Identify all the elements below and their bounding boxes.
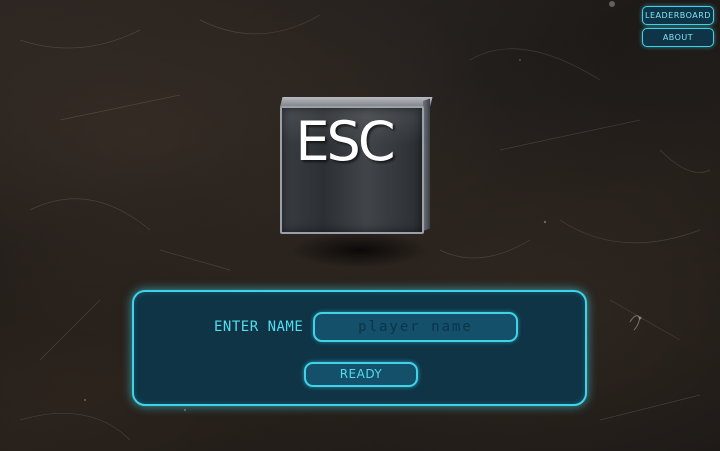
esc-logo-cube: ESC — [270, 92, 440, 268]
ready-button[interactable]: READY — [304, 362, 418, 387]
cube-front-face: ESC — [280, 106, 424, 234]
cube-side-face — [423, 98, 430, 231]
leaderboard-button[interactable]: LEADERBOARD — [642, 6, 714, 25]
cube-shadow — [290, 232, 430, 268]
enter-name-label: ENTER NAME — [214, 319, 304, 335]
top-menu: LEADERBOARD ABOUT — [642, 6, 714, 50]
player-name-input[interactable] — [313, 312, 518, 342]
about-button[interactable]: ABOUT — [642, 28, 714, 47]
logo-text: ESC — [295, 110, 395, 173]
name-entry-panel: ENTER NAME READY — [132, 290, 587, 406]
